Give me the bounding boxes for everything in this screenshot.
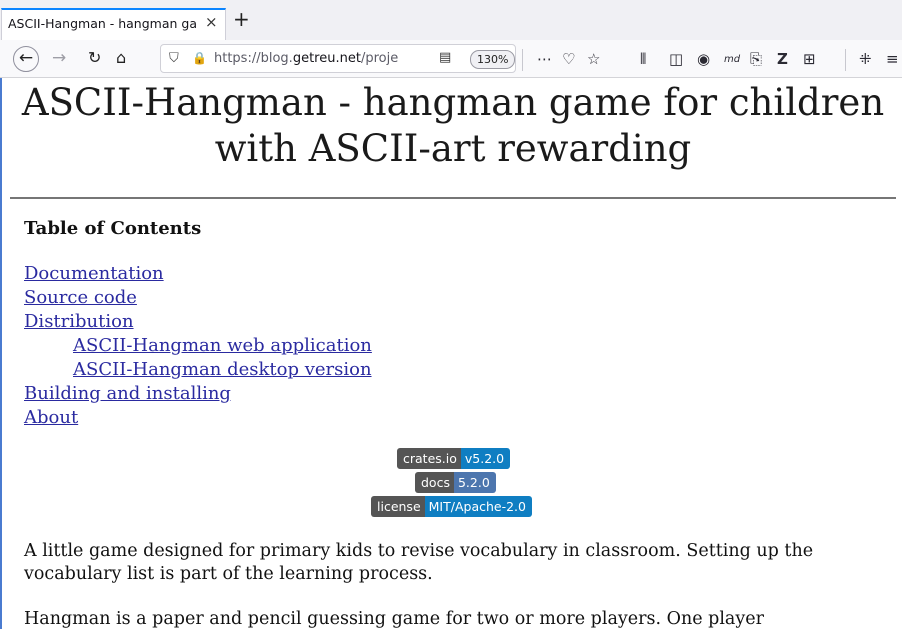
reload-button[interactable]: ↻ xyxy=(88,48,101,67)
library-icon[interactable]: ⫴ xyxy=(640,50,646,68)
forward-button[interactable]: → xyxy=(52,48,66,68)
docs-badge[interactable]: docs 5.2.0 xyxy=(415,472,496,493)
tab-title: ASCII-Hangman - hangman game for childre… xyxy=(8,16,198,31)
navigation-toolbar: ← → ↻ ⌂ ⛉ 🔒 https://blog.getreu.net/proj… xyxy=(0,40,902,78)
badge-value: MIT/Apache-2.0 xyxy=(424,496,532,517)
new-tab-button[interactable]: + xyxy=(233,9,250,29)
tab-strip: ASCII-Hangman - hangman game for childre… xyxy=(0,0,902,40)
toc-link-documentation[interactable]: Documentation xyxy=(24,262,372,286)
url-prefix: https://blog. xyxy=(214,51,293,66)
pocket-icon[interactable]: ♡ xyxy=(562,50,575,68)
url-text[interactable]: https://blog.getreu.net/projects/ xyxy=(214,51,399,66)
back-button[interactable]: ← xyxy=(13,46,39,72)
toc-link-distribution[interactable]: Distribution xyxy=(24,310,372,334)
badge-label: docs xyxy=(415,472,454,493)
license-badge[interactable]: license MIT/Apache-2.0 xyxy=(371,496,532,517)
page-title: ASCII-Hangman - hangman game for childre… xyxy=(21,81,885,170)
menu-icon[interactable]: ≡ xyxy=(886,50,899,68)
clipboard-icon[interactable]: ⎘ xyxy=(750,50,762,68)
hangman-paragraph: Hangman is a paper and pencil guessing g… xyxy=(24,609,764,629)
badge-value: v5.2.0 xyxy=(460,448,511,469)
bookmark-star-icon[interactable]: ☆ xyxy=(587,50,600,68)
toolbar-separator xyxy=(522,49,523,71)
toc-link-desktop-version[interactable]: ASCII-Hangman desktop version xyxy=(73,358,372,382)
shield-icon[interactable]: ⛉ xyxy=(169,51,179,66)
extensions-icon[interactable]: ⁜ xyxy=(859,50,872,68)
badge-value: 5.2.0 xyxy=(453,472,496,493)
toc-link-building-installing[interactable]: Building and installing xyxy=(24,382,372,406)
close-icon[interactable]: × xyxy=(205,13,218,31)
url-domain: getreu.net xyxy=(292,51,361,66)
crates-io-badge[interactable]: crates.io v5.2.0 xyxy=(397,448,511,469)
zotero-icon[interactable]: Z xyxy=(777,50,788,68)
home-button[interactable]: ⌂ xyxy=(116,48,126,67)
reader-view-icon[interactable]: ▤ xyxy=(439,50,451,65)
horizontal-rule xyxy=(10,197,896,199)
table-of-contents: Documentation Source code Distribution A… xyxy=(24,262,372,430)
more-actions-icon[interactable]: ⋯ xyxy=(537,50,552,68)
badge-label: license xyxy=(371,496,425,517)
page-content: ASCII-Hangman - hangman game for childre… xyxy=(0,78,902,629)
grid-icon[interactable]: ⊞ xyxy=(803,50,816,68)
sidebar-icon[interactable]: ◫ xyxy=(669,50,683,68)
url-bar[interactable]: ⛉ 🔒 https://blog.getreu.net/projects/ ▤ … xyxy=(160,44,516,73)
badge-label: crates.io xyxy=(397,448,461,469)
lock-icon[interactable]: 🔒 xyxy=(192,51,207,65)
toc-heading: Table of Contents xyxy=(24,218,202,239)
url-path: /projects/ xyxy=(360,51,399,66)
tab-active[interactable]: ASCII-Hangman - hangman game for childre… xyxy=(1,8,226,40)
toc-link-about[interactable]: About xyxy=(24,406,372,430)
toolbar-separator xyxy=(845,49,846,71)
toc-link-source-code[interactable]: Source code xyxy=(24,286,372,310)
markdown-icon[interactable]: md xyxy=(724,54,740,65)
account-icon[interactable]: ◉ xyxy=(697,50,710,68)
toc-link-web-application[interactable]: ASCII-Hangman web application xyxy=(73,334,372,358)
zoom-level-badge[interactable]: 130% xyxy=(470,50,516,69)
intro-paragraph: A little game designed for primary kids … xyxy=(24,541,814,584)
